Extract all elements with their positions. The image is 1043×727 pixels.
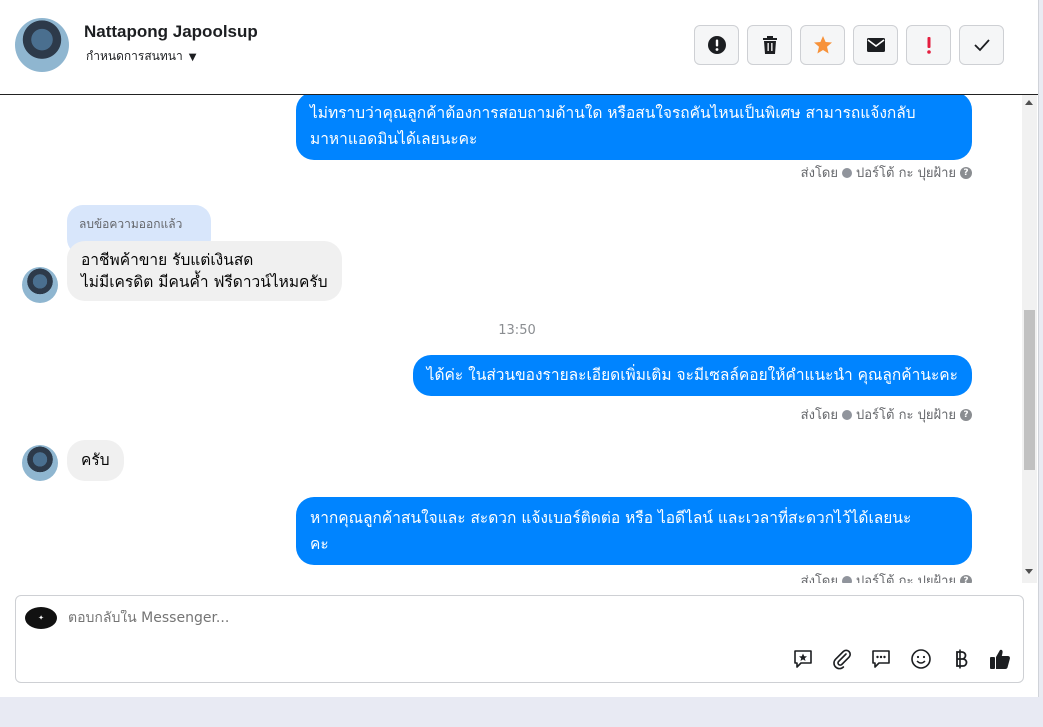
page-logo-icon: ✦ — [25, 607, 57, 629]
reply-composer: ✦ — [15, 595, 1024, 683]
contact-name[interactable]: Nattapong Japoolsup — [84, 22, 258, 42]
sent-by-name: ปอร์โต้ กะ ปุยฝ้าย — [856, 408, 956, 423]
emoji-icon — [911, 649, 931, 669]
chat-icon — [872, 650, 890, 668]
help-icon[interactable]: ? — [960, 408, 972, 421]
deleted-label: ลบข้อความออกแล้ว — [79, 217, 183, 231]
like-button[interactable] — [987, 646, 1013, 672]
sent-by-info: ส่งโดย ปอร์โต้ กะ ปุยฝ้าย ? — [801, 570, 972, 583]
saved-reply-icon — [794, 650, 812, 668]
message-line: ไม่มีเครดิต มีคนค้ำ ฟรีดาวน์ไหมครับ — [81, 273, 328, 291]
message-line: อาชีพค้าขาย รับแต่เงินสด — [81, 251, 254, 269]
sent-by-name: ปอร์โต้ กะ ปุยฝ้าย — [856, 166, 956, 181]
admin-status-icon — [842, 167, 852, 178]
sender-avatar[interactable] — [22, 267, 58, 303]
admin-status-icon — [842, 409, 852, 420]
schedule-label: กำหนดการสนทนา — [86, 49, 183, 63]
payment-button[interactable] — [948, 646, 974, 672]
saved-replies-button[interactable] — [790, 646, 816, 672]
conversation-schedule-dropdown[interactable]: กำหนดการสนทนา ▼ — [86, 47, 196, 66]
admin-status-icon — [842, 575, 852, 583]
baht-icon — [956, 649, 968, 669]
sender-avatar[interactable] — [22, 445, 58, 481]
contact-avatar[interactable] — [15, 18, 69, 72]
mark-done-button[interactable] — [959, 25, 1004, 65]
sent-by-prefix: ส่งโดย — [800, 574, 838, 583]
message-line: ได้ค่ะ ในส่วนของรายละเอียดเพิ่มเติม จะมี… — [426, 366, 958, 384]
mark-unread-button[interactable] — [853, 25, 898, 65]
message-timestamp: 13:50 — [498, 323, 536, 338]
message-list[interactable]: ไม่ทราบว่าคุณลูกค้าต้องการสอบถามด้านใด ห… — [0, 95, 1022, 583]
attachment-icon — [833, 649, 851, 670]
help-icon[interactable]: ? — [960, 574, 972, 583]
sent-by-prefix: ส่งโดย — [800, 408, 838, 423]
outgoing-message[interactable]: ได้ค่ะ ในส่วนของรายละเอียดเพิ่มเติม จะมี… — [412, 355, 972, 396]
sent-by-info: ส่งโดย ปอร์โต้ กะ ปุยฝ้าย ? — [801, 162, 972, 183]
message-scrollbar[interactable] — [1022, 95, 1037, 583]
sent-by-info: ส่งโดย ปอร์โต้ กะ ปุยฝ้าย ? — [801, 404, 972, 425]
mail-icon — [866, 38, 885, 52]
star-icon — [813, 36, 832, 54]
incoming-message[interactable]: อาชีพค้าขาย รับแต่เงินสด ไม่มีเครดิต มีค… — [67, 241, 342, 301]
quick-reply-button[interactable] — [868, 646, 894, 672]
outgoing-message[interactable]: หากคุณลูกค้าสนใจและ สะดวก แจ้งเบอร์ติดต่… — [296, 497, 972, 565]
conversation-panel: Nattapong Japoolsup กำหนดการสนทนา ▼ ไม่ท… — [0, 0, 1039, 697]
sent-by-name: ปอร์โต้ กะ ปุยฝ้าย — [856, 574, 956, 583]
like-icon — [990, 649, 1010, 669]
emoji-button[interactable] — [908, 646, 934, 672]
reply-input[interactable] — [68, 610, 768, 626]
message-line: ครับ — [81, 451, 110, 469]
trash-icon — [762, 36, 777, 54]
conversation-header: Nattapong Japoolsup กำหนดการสนทนา ▼ — [0, 0, 1038, 95]
window-footer — [0, 697, 1043, 727]
info-button[interactable] — [694, 25, 739, 65]
spam-button[interactable] — [906, 25, 951, 65]
incoming-message[interactable]: ครับ — [67, 440, 124, 481]
help-icon[interactable]: ? — [960, 166, 972, 179]
outgoing-message[interactable]: ไม่ทราบว่าคุณลูกค้าต้องการสอบถามด้านใด ห… — [296, 95, 972, 160]
info-icon — [707, 36, 726, 54]
sent-by-prefix: ส่งโดย — [800, 166, 838, 181]
message-line: ไม่ทราบว่าคุณลูกค้าต้องการสอบถามด้านใด ห… — [310, 104, 916, 122]
scroll-down-arrow-icon[interactable] — [1025, 569, 1033, 574]
exclamation-icon — [926, 37, 931, 54]
scroll-thumb[interactable] — [1024, 310, 1035, 470]
check-icon — [973, 39, 990, 52]
star-button[interactable] — [800, 25, 845, 65]
delete-button[interactable] — [747, 25, 792, 65]
attach-button[interactable] — [829, 646, 855, 672]
message-line: มาหาแอดมินได้เลยนะคะ — [310, 130, 478, 148]
message-line: หากคุณลูกค้าสนใจและ สะดวก แจ้งเบอร์ติดต่… — [310, 509, 912, 527]
message-line: คะ — [310, 535, 329, 553]
scroll-up-arrow-icon[interactable] — [1025, 100, 1033, 105]
caret-down-icon: ▼ — [188, 52, 197, 63]
